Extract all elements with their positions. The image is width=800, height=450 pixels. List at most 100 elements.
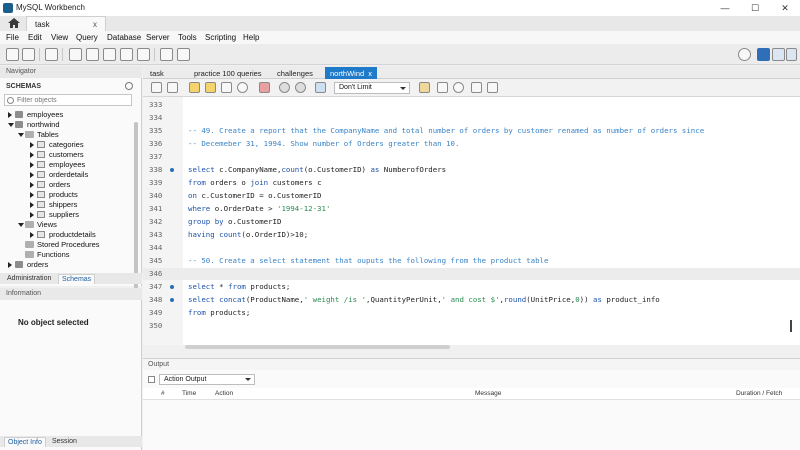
output-type-select[interactable]: Action Output xyxy=(159,374,255,385)
new-sql-tab-icon[interactable] xyxy=(6,48,19,61)
autocommit-icon[interactable] xyxy=(315,82,326,93)
menu-file[interactable]: File xyxy=(6,33,19,42)
code-line[interactable]: 333 xyxy=(143,99,800,111)
tree-item[interactable]: Stored Procedures xyxy=(0,240,134,250)
tree-item[interactable]: employees xyxy=(0,160,134,170)
tree-item[interactable]: employees xyxy=(0,110,134,120)
tree-item[interactable]: shippers xyxy=(0,200,134,210)
code-line[interactable]: 342 group by o.CustomerID xyxy=(143,216,800,228)
expand-arrow-closed-icon[interactable] xyxy=(30,182,34,188)
close-tab-icon[interactable]: x xyxy=(93,20,97,29)
close-button[interactable]: ✕ xyxy=(770,0,800,16)
code-line[interactable]: 339 from orders o join customers c xyxy=(143,177,800,189)
code-line[interactable]: 348 select concat(ProductName,' weight /i… xyxy=(143,294,800,306)
editor-horizontal-scrollbar[interactable] xyxy=(185,345,450,349)
code-line[interactable]: 336 -- Decemeber 31, 1994. Show number of… xyxy=(143,138,800,150)
expand-arrow-closed-icon[interactable] xyxy=(30,142,34,148)
limit-rows-select[interactable]: Don't Limit xyxy=(334,82,410,94)
find-icon[interactable] xyxy=(453,82,464,93)
tab-schemas[interactable]: Schemas xyxy=(58,274,96,284)
editor-tab-challenges[interactable]: challenges xyxy=(272,67,318,79)
menu-help[interactable]: Help xyxy=(243,33,259,42)
editor-tab-practice[interactable]: practice 100 queries xyxy=(189,67,267,79)
expand-arrow-closed-icon[interactable] xyxy=(30,202,34,208)
connection-tab-task[interactable]: task x xyxy=(26,16,106,31)
menu-edit[interactable]: Edit xyxy=(28,33,42,42)
open-sql-script-icon[interactable] xyxy=(22,48,35,61)
code-line[interactable]: 344 xyxy=(143,242,800,254)
tree-item[interactable]: orders xyxy=(0,260,134,270)
save-icon[interactable] xyxy=(167,82,178,93)
tree-item[interactable]: Tables xyxy=(0,130,134,140)
tab-session[interactable]: Session xyxy=(49,437,80,447)
explain-icon[interactable] xyxy=(221,82,232,93)
reconnect-icon[interactable] xyxy=(177,48,190,61)
create-view-icon[interactable] xyxy=(103,48,116,61)
inspector-icon[interactable] xyxy=(45,48,58,61)
menu-server[interactable]: Server xyxy=(146,33,170,42)
invisible-chars-icon[interactable] xyxy=(471,82,482,93)
tab-object-info[interactable]: Object Info xyxy=(4,437,46,447)
expand-arrow-closed-icon[interactable] xyxy=(30,152,34,158)
word-wrap-icon[interactable] xyxy=(487,82,498,93)
tree-item[interactable]: Views xyxy=(0,220,134,230)
menu-view[interactable]: View xyxy=(51,33,68,42)
tree-item[interactable]: productdetails xyxy=(0,230,134,240)
open-file-icon[interactable] xyxy=(151,82,162,93)
expand-arrow-closed-icon[interactable] xyxy=(8,262,12,268)
tree-item[interactable]: suppliers xyxy=(0,210,134,220)
code-line[interactable]: 337 xyxy=(143,151,800,163)
home-icon[interactable] xyxy=(8,18,20,28)
tree-item[interactable]: northwind xyxy=(0,120,134,130)
refresh-schemas-icon[interactable] xyxy=(125,82,133,90)
create-function-icon[interactable] xyxy=(137,48,150,61)
tree-item[interactable]: orders xyxy=(0,180,134,190)
stop-icon[interactable] xyxy=(237,82,248,93)
commit-icon[interactable] xyxy=(279,82,290,93)
toggle-secondary-sidebar-icon[interactable] xyxy=(786,48,797,61)
tree-item[interactable]: customers xyxy=(0,150,134,160)
rollback-icon[interactable] xyxy=(295,82,306,93)
navigator-scrollbar[interactable] xyxy=(134,122,138,298)
menu-database[interactable]: Database xyxy=(107,33,141,42)
add-snippet-icon[interactable] xyxy=(419,82,430,93)
expand-arrow-closed-icon[interactable] xyxy=(30,212,34,218)
code-line[interactable]: 347 select * from products; xyxy=(143,281,800,293)
code-line[interactable]: 346 xyxy=(143,268,800,280)
expand-arrow-open-icon[interactable] xyxy=(18,223,24,227)
maximize-button[interactable]: ☐ xyxy=(740,0,770,16)
toggle-sidebar-icon[interactable] xyxy=(757,48,770,61)
output-copy-icon[interactable] xyxy=(148,376,155,383)
create-schema-icon[interactable] xyxy=(69,48,82,61)
code-line[interactable]: 345 -- 50. Create a select statement that… xyxy=(143,255,800,267)
search-table-data-icon[interactable] xyxy=(160,48,173,61)
editor-tab-northwind[interactable]: northWind x xyxy=(325,67,377,79)
code-line[interactable]: 340 on c.CustomerID = o.CustomerID xyxy=(143,190,800,202)
code-line[interactable]: 349 from products; xyxy=(143,307,800,319)
code-line[interactable]: 335 -- 49. Create a report that the Compa… xyxy=(143,125,800,137)
create-procedure-icon[interactable] xyxy=(120,48,133,61)
tree-item[interactable]: orderdetails xyxy=(0,170,134,180)
expand-arrow-open-icon[interactable] xyxy=(8,123,14,127)
code-line[interactable]: 343 having count(o.OrderID)>10; xyxy=(143,229,800,241)
menu-query[interactable]: Query xyxy=(76,33,98,42)
expand-arrow-closed-icon[interactable] xyxy=(30,232,34,238)
create-table-icon[interactable] xyxy=(86,48,99,61)
filter-objects-field[interactable] xyxy=(4,94,132,106)
filter-objects-input[interactable] xyxy=(17,96,127,105)
menu-tools[interactable]: Tools xyxy=(178,33,197,42)
code-line[interactable]: 341 where o.OrderDate > '1994-12-31' xyxy=(143,203,800,215)
sql-editor[interactable]: 333 334 335 -- 49. Create a report that the… xyxy=(143,97,800,345)
code-line[interactable]: 334 xyxy=(143,112,800,124)
tree-item[interactable]: Functions xyxy=(0,250,134,260)
tree-item[interactable]: categories xyxy=(0,140,134,150)
menu-scripting[interactable]: Scripting xyxy=(205,33,236,42)
tree-item[interactable]: products xyxy=(0,190,134,200)
code-line[interactable]: 350 xyxy=(143,320,800,332)
close-tab-icon[interactable]: x xyxy=(368,69,372,78)
execute-current-icon[interactable] xyxy=(205,82,216,93)
expand-arrow-open-icon[interactable] xyxy=(18,133,24,137)
code-line[interactable]: 338 select c.CompanyName,count(o.Customer… xyxy=(143,164,800,176)
beautify-icon[interactable] xyxy=(437,82,448,93)
minimize-button[interactable]: — xyxy=(710,0,740,16)
